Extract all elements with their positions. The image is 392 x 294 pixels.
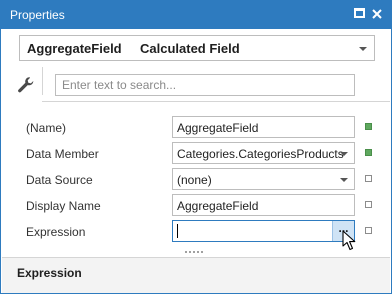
default-marker[interactable] <box>365 175 372 182</box>
title-bar[interactable]: Properties <box>1 1 391 29</box>
object-type: Calculated Field <box>140 41 240 56</box>
property-value: Categories.CategoriesProducts <box>177 147 344 161</box>
window-title: Properties <box>10 8 65 22</box>
default-marker[interactable] <box>365 201 372 208</box>
property-row-data-source: Data Source (none) <box>1 167 391 193</box>
object-selector[interactable]: AggregateField Calculated Field <box>19 35 375 61</box>
property-value: AggregateField <box>177 199 259 213</box>
description-panel: Expression <box>2 258 390 293</box>
default-marker[interactable] <box>365 227 372 234</box>
chevron-down-icon <box>359 47 367 51</box>
modified-marker[interactable] <box>365 149 372 156</box>
text-cursor <box>177 224 178 238</box>
tab-properties[interactable] <box>9 69 41 101</box>
property-label: Data Source <box>26 173 93 187</box>
property-value-field[interactable]: AggregateField <box>172 194 355 216</box>
modified-marker[interactable] <box>365 123 372 130</box>
splitter-grip-icon[interactable] <box>185 251 205 255</box>
property-value-dropdown[interactable]: Categories.CategoriesProducts <box>172 142 355 164</box>
search-input[interactable] <box>56 75 354 95</box>
property-label: Expression <box>26 225 86 239</box>
mouse-pointer-icon <box>342 230 356 251</box>
property-value-field[interactable]: AggregateField <box>172 116 355 138</box>
property-row-data-member: Data Member Categories.CategoriesProduct… <box>1 141 391 167</box>
property-value-dropdown[interactable]: (none) <box>172 168 355 190</box>
float-window-icon[interactable] <box>353 7 367 21</box>
property-label: Data Member <box>26 147 99 161</box>
properties-window: Properties AggregateField Calculated Fie… <box>0 0 392 294</box>
toolbar-divider <box>42 101 390 102</box>
property-value: AggregateField <box>177 121 259 135</box>
tab-divider <box>42 67 43 95</box>
property-label: Display Name <box>26 199 101 213</box>
description-title: Expression <box>17 266 82 280</box>
close-icon[interactable] <box>370 7 384 21</box>
wrench-icon <box>18 77 34 93</box>
object-name: AggregateField <box>27 41 122 56</box>
property-row-expression: Expression ... <box>1 219 391 245</box>
property-row-name: (Name) AggregateField <box>1 115 391 141</box>
chevron-down-icon[interactable] <box>340 178 348 182</box>
property-label: (Name) <box>26 121 67 135</box>
property-row-display-name: Display Name AggregateField <box>1 193 391 219</box>
property-value: (none) <box>177 173 212 187</box>
expression-input[interactable]: ... <box>172 220 355 242</box>
chevron-down-icon[interactable] <box>340 152 348 156</box>
search-box[interactable] <box>55 74 355 96</box>
